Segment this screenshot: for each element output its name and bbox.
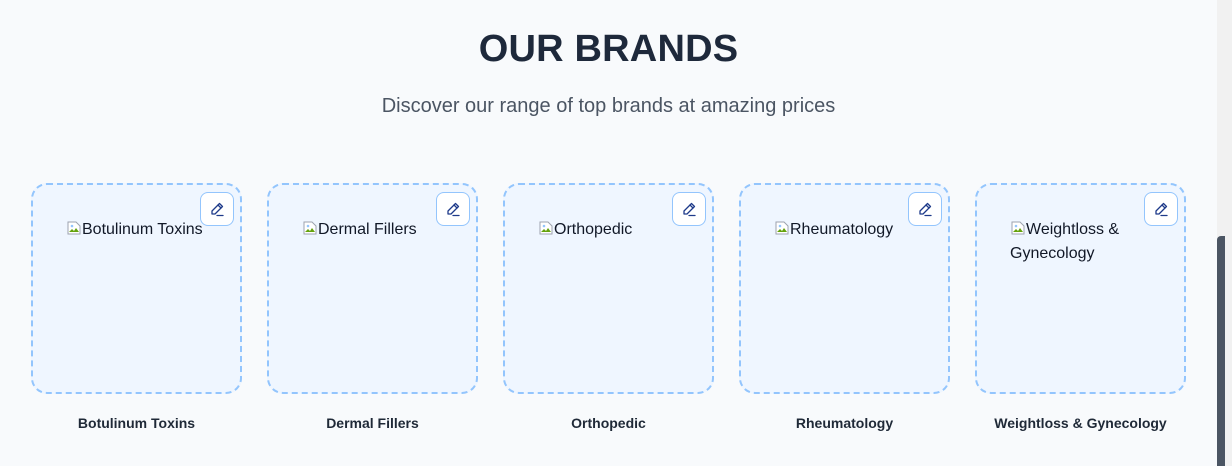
brand-image-frame[interactable]: Dermal Fillers xyxy=(267,183,478,394)
brand-image-alt: Botulinum Toxins xyxy=(82,221,203,238)
broken-image-icon xyxy=(66,220,82,236)
brand-image-alt: Dermal Fillers xyxy=(318,221,417,238)
brands-section: OUR BRANDS Discover our range of top bra… xyxy=(0,0,1217,466)
broken-image-icon xyxy=(538,220,554,236)
brand-card-botulinum-toxins[interactable]: Botulinum Toxins Botulinum Toxins xyxy=(31,183,242,432)
pencil-icon xyxy=(681,201,697,217)
edit-button[interactable] xyxy=(908,192,942,226)
brand-image-alt: Weightloss & Gynecology xyxy=(1010,221,1120,262)
brand-image-frame[interactable]: Rheumatology xyxy=(739,183,950,394)
brand-name[interactable]: Rheumatology xyxy=(739,414,950,432)
edit-button[interactable] xyxy=(200,192,234,226)
brand-card-weightloss-gynecology[interactable]: Weightloss & Gynecology Weightloss & Gyn… xyxy=(975,183,1186,432)
brand-name[interactable]: Dermal Fillers xyxy=(267,414,478,432)
brand-image-frame[interactable]: Orthopedic xyxy=(503,183,714,394)
brand-image-alt: Rheumatology xyxy=(790,221,894,238)
brand-image: Rheumatology xyxy=(774,218,914,242)
broken-image-icon xyxy=(1010,220,1026,236)
brand-image: Botulinum Toxins xyxy=(66,218,206,242)
section-title: OUR BRANDS xyxy=(478,28,739,70)
section-subtitle: Discover our range of top brands at amaz… xyxy=(381,95,836,117)
broken-image-icon xyxy=(774,220,790,236)
brand-card-rheumatology[interactable]: Rheumatology Rheumatology xyxy=(739,183,950,432)
brand-name[interactable]: Weightloss & Gynecology xyxy=(975,414,1186,432)
brand-card-dermal-fillers[interactable]: Dermal Fillers Dermal Fillers xyxy=(267,183,478,432)
edit-button[interactable] xyxy=(436,192,470,226)
scrollbar-thumb[interactable] xyxy=(1217,236,1225,466)
brand-card-orthopedic[interactable]: Orthopedic Orthopedic xyxy=(503,183,714,432)
pencil-icon xyxy=(1153,201,1169,217)
brand-image: Dermal Fillers xyxy=(302,218,442,242)
brand-image: Orthopedic xyxy=(538,218,678,242)
brands-grid: Botulinum Toxins Botulinum Toxins Dermal… xyxy=(31,183,1186,443)
brand-name[interactable]: Botulinum Toxins xyxy=(31,414,242,432)
brand-image: Weightloss & Gynecology xyxy=(1010,218,1150,266)
brand-name[interactable]: Orthopedic xyxy=(503,414,714,432)
brand-image-frame[interactable]: Weightloss & Gynecology xyxy=(975,183,1186,394)
edit-button[interactable] xyxy=(1144,192,1178,226)
edit-button[interactable] xyxy=(672,192,706,226)
pencil-icon xyxy=(209,201,225,217)
brand-image-alt: Orthopedic xyxy=(554,221,633,238)
pencil-icon xyxy=(445,201,461,217)
broken-image-icon xyxy=(302,220,318,236)
pencil-icon xyxy=(917,201,933,217)
brand-image-frame[interactable]: Botulinum Toxins xyxy=(31,183,242,394)
